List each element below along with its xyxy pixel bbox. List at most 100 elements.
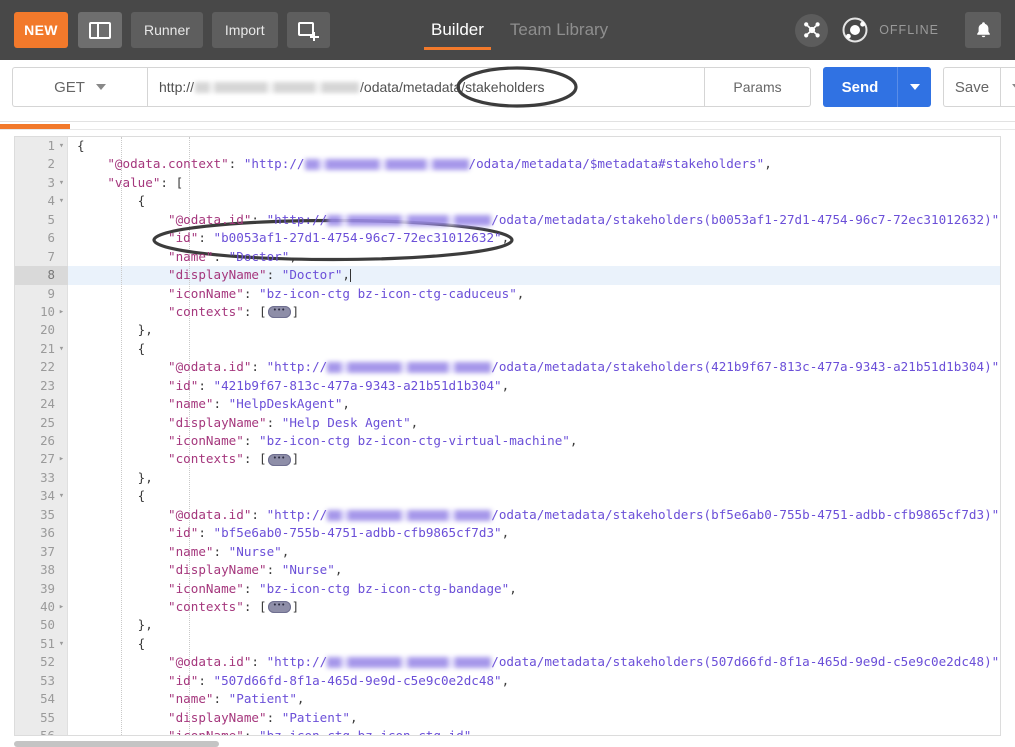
sidebar-toggle-button[interactable] (78, 12, 122, 48)
json-key: "name" (168, 396, 214, 412)
code-line[interactable]: 24 "name": "HelpDeskAgent", (40, 395, 1000, 413)
line-number: 56 (40, 728, 55, 736)
send-button[interactable]: Send (823, 67, 897, 107)
json-key: "contexts" (168, 451, 244, 467)
fold-expanded-icon[interactable]: ▾ (57, 340, 66, 358)
code-line[interactable]: 39 "iconName": "bz-icon-ctg bz-icon-ctg-… (40, 580, 1000, 598)
send-options-button[interactable] (897, 67, 931, 107)
http-method-selector[interactable]: GET (12, 67, 147, 107)
code-line[interactable]: 35 "@odata.id": "http:// /odata/metadata/… (40, 506, 1000, 524)
json-string-value: "Nurse" (228, 543, 282, 559)
code-line[interactable]: 3 ▾ "value": [ (48, 174, 1000, 192)
json-punctuation: , (342, 396, 350, 412)
json-punctuation: , (342, 267, 351, 283)
json-punctuation: : (243, 285, 259, 301)
code-text: "displayName": "Doctor", (69, 266, 1000, 284)
save-button[interactable]: Save (943, 67, 1000, 107)
code-line[interactable]: 5 "@odata.id": "http:// /odata/metadata/s… (48, 211, 1000, 229)
code-line[interactable]: 26 "iconName": "bz-icon-ctg bz-icon-ctg-… (40, 432, 1000, 450)
code-text: "id": "421b9f67-813c-477a-9343-a21b51d1b… (69, 377, 1000, 395)
response-body-editor[interactable]: 1 ▾{2 "@odata.context": "http:///odata/me… (14, 136, 1001, 736)
new-tab-button[interactable] (286, 12, 330, 48)
notifications-button[interactable] (965, 12, 1001, 48)
code-line[interactable]: 10▸ "contexts": [] (40, 301, 1000, 321)
fold-expanded-icon[interactable]: ▾ (57, 487, 66, 505)
code-line[interactable]: 25 "displayName": "Help Desk Agent", (40, 414, 1000, 432)
bell-icon (976, 22, 990, 38)
code-line[interactable]: 50 }, (40, 616, 1000, 634)
code-text: "name": "Doctor", (69, 248, 1000, 266)
fold-expanded-icon[interactable]: ▾ (57, 192, 66, 210)
json-punctuation: , (999, 507, 1000, 522)
connection-status: OFFLINE (879, 23, 939, 37)
interceptor-button[interactable] (795, 13, 829, 47)
fold-expanded-icon[interactable]: ▾ (57, 137, 66, 155)
code-content[interactable]: 1 ▾{2 "@odata.context": "http:///odata/me… (15, 137, 1000, 735)
code-line[interactable]: 54 "name": "Patient", (40, 690, 1000, 708)
code-line[interactable]: 7 "name": "Doctor", (48, 248, 1000, 266)
code-line[interactable]: 22 "@odata.id": "http:// /odata/metadata/… (40, 358, 1000, 376)
code-line[interactable]: 27▸ "contexts": [] (40, 449, 1000, 468)
json-key: "iconName" (168, 285, 244, 301)
fold-collapsed-icon[interactable]: ▸ (57, 450, 66, 468)
json-punctuation: { (137, 193, 146, 209)
json-key: "@odata.id" (168, 359, 252, 375)
collapsed-array-widget[interactable] (267, 596, 291, 615)
code-text: "@odata.id": "http:// /odata/metadata/sta… (69, 211, 1000, 229)
code-line[interactable]: 2 "@odata.context": "http:// /odata/metad… (48, 155, 1000, 173)
json-string-value: /odata/metadata/stakeholders(507d66fd-8f… (491, 654, 1000, 670)
code-line[interactable]: 21 ▾ { (40, 340, 1000, 358)
code-line[interactable]: 20 }, (40, 321, 1000, 339)
url-input[interactable]: http:// /odata/metadata/stakeholders (147, 67, 705, 107)
code-line[interactable]: 40▸ "contexts": [] (40, 596, 1000, 616)
code-line[interactable]: 34 ▾ { (40, 487, 1000, 505)
code-line[interactable]: 51 ▾ { (40, 635, 1000, 653)
code-line[interactable]: 38 "displayName": "Nurse", (40, 561, 1000, 579)
code-line[interactable]: 4 ▾ { (48, 192, 1000, 210)
fold-collapsed-icon[interactable]: ▸ (57, 303, 66, 321)
import-button[interactable]: Import (211, 12, 278, 48)
code-line[interactable]: 37 "name": "Nurse", (40, 543, 1000, 561)
line-number: 25 (40, 414, 55, 430)
code-line[interactable]: 53 "id": "507d66fd-8f1a-465d-9e9d-c5e9c0… (40, 672, 1000, 690)
fold-expanded-icon[interactable]: ▾ (57, 635, 66, 653)
line-number: 39 (40, 580, 55, 596)
code-text: { (69, 192, 1000, 210)
chevron-down-icon (1011, 84, 1015, 90)
fold-collapsed-icon[interactable]: ▸ (57, 598, 66, 616)
code-line[interactable]: 55 "displayName": "Patient", (40, 709, 1000, 727)
json-key: "displayName" (168, 562, 267, 578)
horizontal-scrollbar[interactable] (14, 741, 219, 747)
code-line[interactable]: 23 "id": "421b9f67-813c-477a-9343-a21b51… (40, 377, 1000, 395)
tab-team-library[interactable]: Team Library (497, 0, 621, 60)
new-button[interactable]: NEW (14, 12, 68, 48)
sync-status-button[interactable] (838, 14, 871, 47)
header-tabs: Builder Team Library (418, 0, 621, 60)
collapsed-array-widget[interactable] (267, 449, 291, 467)
code-line[interactable]: 36 "id": "bf5e6ab0-755b-4751-adbb-cfb986… (40, 524, 1000, 542)
toolbar-divider-secondary (0, 129, 1015, 130)
save-button-label: Save (954, 78, 990, 96)
save-options-button[interactable] (1000, 67, 1015, 107)
fold-expanded-icon[interactable]: ▾ (57, 174, 66, 192)
json-punctuation: , (569, 433, 578, 448)
code-text: "contexts": [] (69, 449, 1000, 468)
json-key: "displayName" (168, 267, 267, 283)
json-punctuation: : (198, 525, 214, 541)
line-number: 23 (40, 377, 55, 393)
code-text: "displayName": "Patient", (69, 709, 1000, 727)
code-text: "displayName": "Help Desk Agent", (69, 414, 1000, 432)
code-text: "id": "507d66fd-8f1a-465d-9e9d-c5e9c0e2d… (69, 672, 1000, 690)
code-line[interactable]: 9 "iconName": "bz-icon-ctg bz-icon-ctg-c… (48, 285, 1000, 303)
params-button[interactable]: Params (705, 67, 811, 107)
line-number: 38 (40, 562, 55, 578)
code-line[interactable]: 56 "iconName": "bz-icon-ctg bz-icon-ctg-… (40, 727, 1000, 735)
code-line[interactable]: 1 ▾{ (48, 137, 1000, 155)
code-line[interactable]: 6 "id": "b0053af1-27d1-4754-96c7-72ec310… (48, 229, 1000, 247)
code-line[interactable]: 33 }, (40, 469, 1000, 487)
code-line[interactable]: 8 "displayName": "Doctor", (15, 266, 1000, 285)
tab-builder[interactable]: Builder (418, 0, 497, 60)
collapsed-array-widget[interactable] (267, 301, 291, 320)
code-line[interactable]: 52 "@odata.id": "http:// /odata/metadata/… (40, 653, 1000, 671)
runner-button[interactable]: Runner (131, 12, 203, 48)
